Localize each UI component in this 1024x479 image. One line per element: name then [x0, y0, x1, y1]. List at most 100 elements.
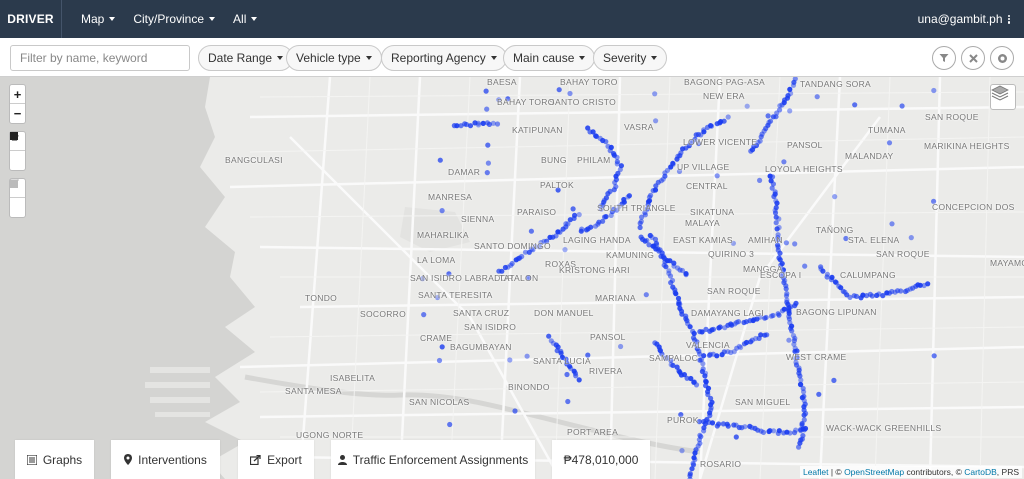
incident-point[interactable]	[683, 272, 689, 278]
interventions-tab[interactable]: Interventions	[111, 440, 220, 479]
user-menu[interactable]: una@gambit.ph	[918, 0, 1010, 38]
incident-point[interactable]	[643, 292, 649, 298]
osm-link[interactable]: OpenStreetMap	[844, 467, 904, 477]
incident-point[interactable]	[700, 366, 706, 372]
nav-map-dropdown[interactable]: Map	[72, 12, 124, 26]
incident-point[interactable]	[802, 263, 808, 269]
incident-point[interactable]	[546, 333, 552, 339]
incident-point[interactable]	[802, 425, 809, 432]
incident-point[interactable]	[618, 343, 624, 350]
date-range-filter[interactable]: Date Range	[198, 45, 294, 71]
incident-point[interactable]	[572, 212, 578, 218]
incident-point[interactable]	[485, 160, 491, 166]
main-cause-filter[interactable]: Main cause	[503, 45, 596, 71]
incident-point[interactable]	[801, 417, 807, 423]
incident-point[interactable]	[579, 226, 585, 232]
filter-icon[interactable]	[932, 46, 956, 70]
incident-point[interactable]	[767, 118, 774, 124]
incident-point[interactable]	[886, 140, 893, 146]
incident-point[interactable]	[716, 421, 722, 427]
incident-point[interactable]	[816, 391, 822, 397]
incident-point[interactable]	[507, 357, 513, 363]
close-icon[interactable]	[961, 46, 985, 70]
incident-point[interactable]	[717, 324, 723, 330]
incident-point[interactable]	[742, 424, 748, 430]
incident-point[interactable]	[931, 353, 937, 359]
incident-point[interactable]	[725, 114, 731, 120]
incident-point[interactable]	[570, 206, 576, 212]
incident-point[interactable]	[439, 208, 445, 214]
nav-city-province-dropdown[interactable]: City/Province	[124, 12, 224, 26]
incident-point[interactable]	[603, 214, 609, 220]
incident-point[interactable]	[648, 192, 654, 198]
incident-point[interactable]	[693, 382, 700, 388]
incident-point[interactable]	[776, 428, 782, 434]
incident-point[interactable]	[776, 224, 782, 231]
incident-point[interactable]	[853, 293, 860, 299]
incident-point[interactable]	[652, 91, 658, 97]
incident-point[interactable]	[764, 332, 770, 338]
incident-point[interactable]	[790, 333, 797, 339]
incident-point[interactable]	[787, 108, 793, 114]
incident-point[interactable]	[585, 125, 591, 131]
incident-point[interactable]	[734, 319, 740, 325]
zoom-out-button[interactable]: −	[10, 104, 25, 123]
incident-point[interactable]	[800, 433, 806, 439]
incident-point[interactable]	[889, 221, 895, 227]
incident-point[interactable]	[820, 268, 826, 274]
incident-point[interactable]	[738, 344, 744, 351]
incident-point[interactable]	[436, 357, 443, 364]
incident-point[interactable]	[677, 301, 683, 307]
incident-point[interactable]	[512, 408, 518, 414]
incident-point[interactable]	[925, 281, 931, 287]
incident-point[interactable]	[771, 428, 777, 434]
incident-point[interactable]	[765, 113, 771, 119]
reporting-agency-filter[interactable]: Reporting Agency	[381, 45, 507, 71]
incident-point[interactable]	[565, 398, 571, 405]
incident-point[interactable]	[852, 102, 858, 108]
incident-point[interactable]	[792, 241, 798, 247]
incident-point[interactable]	[710, 326, 717, 332]
incident-point[interactable]	[437, 157, 443, 163]
nav-all-dropdown[interactable]: All	[224, 12, 266, 26]
incident-point[interactable]	[439, 344, 445, 350]
incident-point[interactable]	[690, 328, 696, 334]
incident-point[interactable]	[801, 393, 807, 399]
incident-point[interactable]	[485, 142, 491, 148]
incident-point[interactable]	[793, 300, 799, 306]
incident-point[interactable]	[669, 277, 676, 284]
incident-point[interactable]	[763, 314, 769, 321]
incident-point[interactable]	[670, 284, 676, 290]
traffic-enforcement-tab[interactable]: Traffic Enforcement Assignments	[331, 440, 535, 479]
incident-point[interactable]	[483, 88, 489, 94]
incident-point[interactable]	[773, 205, 779, 211]
leaflet-link[interactable]: Leaflet	[803, 467, 829, 477]
incident-point[interactable]	[784, 291, 790, 297]
incident-point[interactable]	[767, 173, 773, 179]
incident-point[interactable]	[484, 106, 490, 112]
incident-point[interactable]	[832, 194, 838, 200]
app-brand[interactable]: DRIVER	[0, 0, 62, 38]
incident-point[interactable]	[564, 371, 570, 378]
incident-point[interactable]	[528, 228, 535, 234]
incident-point[interactable]	[576, 212, 582, 218]
incident-point[interactable]	[605, 143, 611, 149]
incident-point[interactable]	[524, 353, 530, 359]
carto-link[interactable]: CartoDB	[964, 467, 997, 477]
trash-icon[interactable]	[10, 179, 25, 217]
incident-point[interactable]	[931, 87, 937, 94]
incident-point[interactable]	[484, 170, 490, 176]
incident-point[interactable]	[760, 429, 767, 435]
layers-icon[interactable]	[990, 84, 1016, 110]
incident-point[interactable]	[787, 86, 793, 92]
incident-point[interactable]	[714, 173, 720, 179]
incident-point[interactable]	[576, 377, 582, 383]
reset-icon[interactable]	[990, 46, 1014, 70]
incident-point[interactable]	[721, 118, 727, 124]
incident-point[interactable]	[831, 377, 837, 383]
incident-point[interactable]	[519, 253, 525, 260]
incident-point[interactable]	[725, 423, 731, 429]
incident-point[interactable]	[556, 87, 562, 93]
incident-point[interactable]	[770, 312, 776, 319]
zoom-in-button[interactable]: +	[10, 85, 25, 104]
